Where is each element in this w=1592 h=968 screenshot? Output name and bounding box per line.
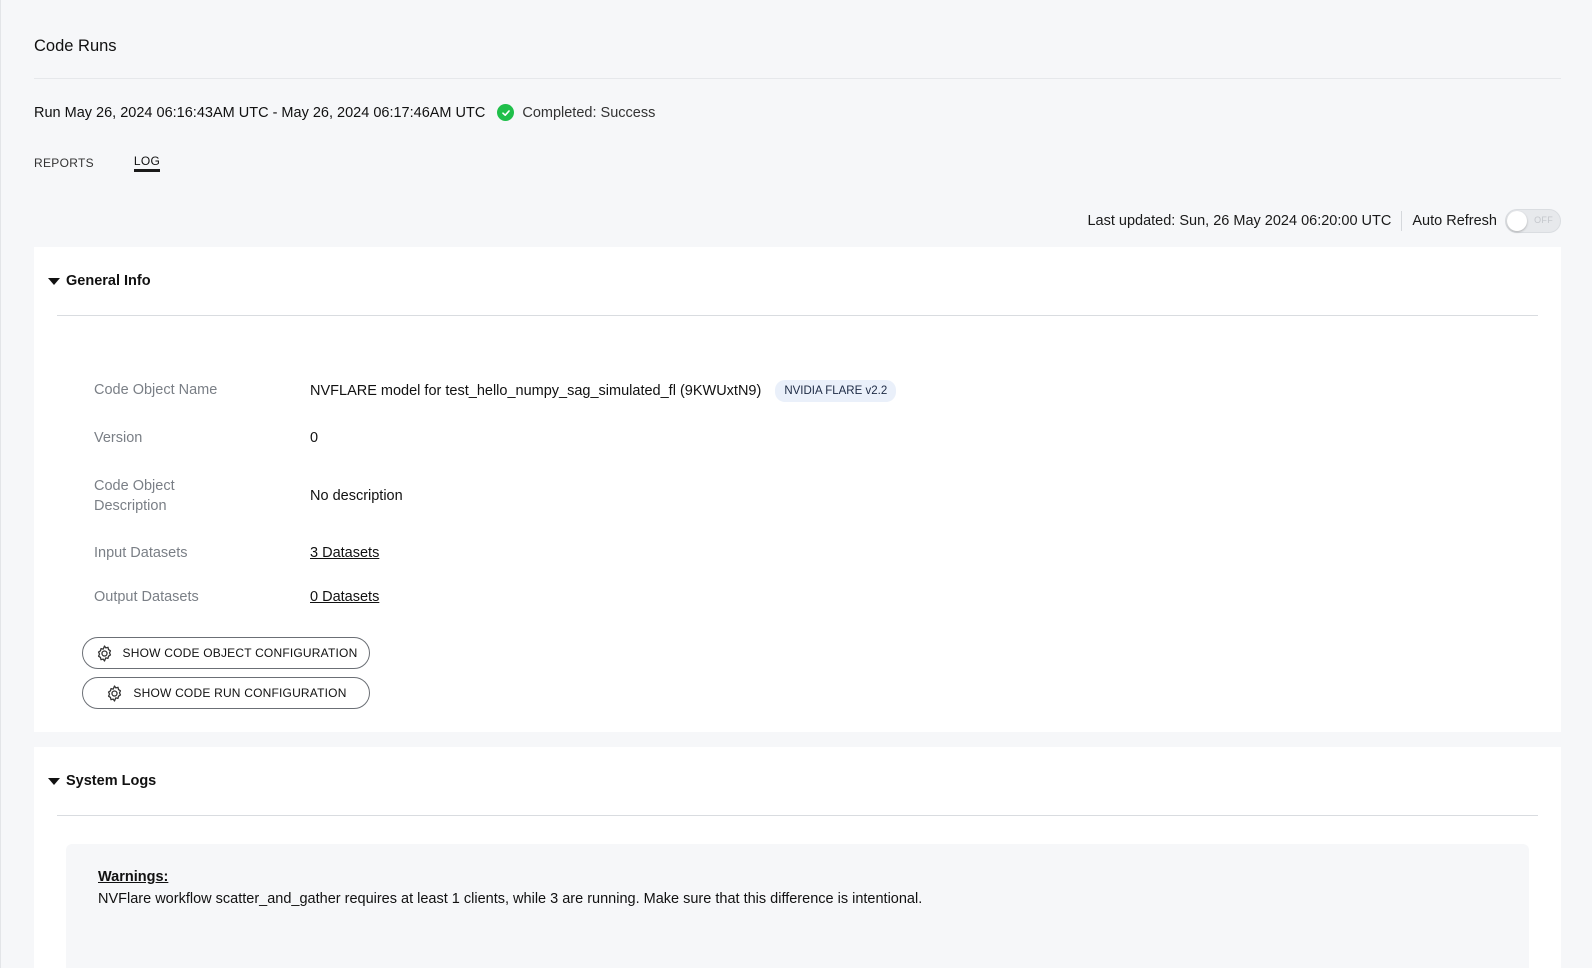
info-row-description: Code Object Description No description xyxy=(94,476,403,516)
caret-down-icon xyxy=(48,277,60,285)
output-datasets-link[interactable]: 0 Datasets xyxy=(310,587,379,607)
run-status: Completed: Success xyxy=(522,104,656,121)
info-label: Input Datasets xyxy=(94,545,188,561)
log-output: Warnings: NVFlare workflow scatter_and_g… xyxy=(66,844,1529,968)
info-label: Code Object Description xyxy=(94,478,175,514)
info-label: Code Object Name xyxy=(94,382,218,398)
system-logs-title: System Logs xyxy=(66,773,157,789)
framework-badge: NVIDIA FLARE v2.2 xyxy=(775,380,897,402)
gear-icon xyxy=(95,644,114,663)
show-code-object-config-button[interactable]: SHOW CODE OBJECT CONFIGURATION xyxy=(82,637,370,669)
run-time-range: Run May 26, 2024 06:16:43AM UTC - May 26… xyxy=(34,104,486,121)
general-info-header[interactable]: General Info xyxy=(48,273,151,289)
check-circle-icon xyxy=(497,104,515,121)
card-divider xyxy=(57,315,1538,316)
tab-bar: REPORTS LOG xyxy=(34,154,161,172)
caret-down-icon xyxy=(48,777,60,785)
tab-reports[interactable]: REPORTS xyxy=(34,156,94,172)
refresh-divider xyxy=(1401,211,1403,231)
gear-icon xyxy=(105,684,124,703)
info-value-wrap: NVFLARE model for test_hello_numpy_sag_s… xyxy=(310,380,897,402)
button-label: SHOW CODE RUN CONFIGURATION xyxy=(133,686,347,700)
info-label: Output Datasets xyxy=(94,589,199,605)
system-logs-card: System Logs Warnings: NVFlare workflow s… xyxy=(34,747,1561,968)
code-object-name-value: NVFLARE model for test_hello_numpy_sag_s… xyxy=(310,383,762,399)
auto-refresh-toggle[interactable]: OFF xyxy=(1505,209,1561,233)
title-divider xyxy=(34,78,1561,79)
warnings-heading: Warnings: xyxy=(98,869,169,885)
run-summary: Run May 26, 2024 06:16:43AM UTC - May 26… xyxy=(34,104,655,121)
info-label: Version xyxy=(94,430,143,446)
warning-message: NVFlare workflow scatter_and_gather requ… xyxy=(98,891,923,907)
system-logs-header[interactable]: System Logs xyxy=(48,773,156,789)
refresh-bar: Last updated: Sun, 26 May 2024 06:20:00 … xyxy=(1087,209,1561,233)
general-info-title: General Info xyxy=(66,273,151,289)
tab-log[interactable]: LOG xyxy=(133,154,161,172)
page-title: Code Runs xyxy=(34,37,117,55)
info-row-code-object-name: Code Object Name NVFLARE model for test_… xyxy=(94,380,897,402)
auto-refresh-label: Auto Refresh xyxy=(1412,213,1497,229)
version-value: 0 xyxy=(310,430,319,446)
toggle-knob xyxy=(1507,211,1527,231)
info-row-input-datasets: Input Datasets 3 Datasets xyxy=(94,543,379,563)
button-label: SHOW CODE OBJECT CONFIGURATION xyxy=(122,646,358,660)
toggle-state-label: OFF xyxy=(1534,215,1553,225)
show-code-run-config-button[interactable]: SHOW CODE RUN CONFIGURATION xyxy=(82,677,370,709)
card-divider xyxy=(57,815,1538,816)
last-updated-text: Last updated: Sun, 26 May 2024 06:20:00 … xyxy=(1087,213,1392,229)
info-row-version: Version 0 xyxy=(94,428,318,448)
general-info-card: General Info Code Object Name NVFLARE mo… xyxy=(34,247,1561,732)
input-datasets-link[interactable]: 3 Datasets xyxy=(310,543,379,563)
info-row-output-datasets: Output Datasets 0 Datasets xyxy=(94,587,379,607)
description-value: No description xyxy=(310,488,403,504)
